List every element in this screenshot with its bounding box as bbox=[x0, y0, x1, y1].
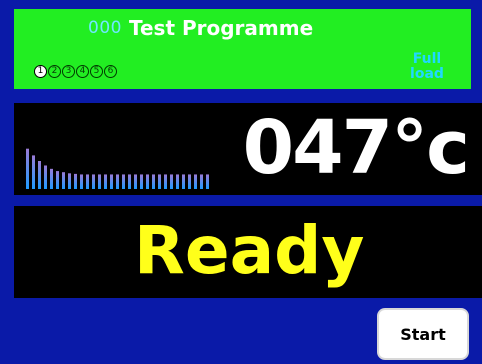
temperature-bar bbox=[104, 174, 107, 189]
temperature-bar bbox=[122, 174, 125, 189]
temperature-bar bbox=[158, 174, 161, 189]
stage-indicator-5: 5 bbox=[90, 65, 103, 78]
temperature-bar bbox=[200, 174, 203, 189]
programme-header: 000 Test Programme 123456 Full load bbox=[14, 9, 471, 89]
temperature-bar bbox=[80, 174, 83, 189]
temperature-bar bbox=[62, 172, 65, 189]
stage-indicator-3: 3 bbox=[62, 65, 75, 78]
temperature-bar bbox=[98, 174, 101, 189]
stage-indicator-4: 4 bbox=[76, 65, 89, 78]
start-button[interactable]: Start bbox=[377, 308, 469, 360]
temperature-bar bbox=[194, 174, 197, 189]
temperature-bar bbox=[110, 174, 113, 189]
temperature-bar bbox=[56, 171, 59, 189]
load-label: Full load bbox=[410, 51, 444, 82]
status-panel: Ready bbox=[14, 206, 482, 298]
stage-indicator-2: 2 bbox=[48, 65, 61, 78]
programme-name: Test Programme bbox=[129, 16, 314, 40]
temperature-bar bbox=[152, 174, 155, 189]
temperature-bar bbox=[86, 174, 89, 189]
temperature-bar-graph bbox=[26, 148, 209, 189]
temperature-bar bbox=[128, 174, 131, 189]
temperature-readout: 047°c bbox=[242, 105, 470, 191]
temperature-bar bbox=[176, 174, 179, 189]
temperature-bar bbox=[38, 161, 41, 189]
temperature-bar bbox=[170, 174, 173, 189]
oven-controller-screen: 000 Test Programme 123456 Full load 047°c… bbox=[0, 0, 482, 364]
temperature-bar bbox=[164, 174, 167, 189]
temperature-bar bbox=[206, 174, 209, 189]
temperature-bar bbox=[26, 148, 29, 189]
temperature-bar bbox=[182, 174, 185, 189]
stage-indicator-1: 1 bbox=[34, 65, 47, 78]
temperature-bar bbox=[74, 173, 77, 189]
temperature-bar bbox=[146, 174, 149, 189]
temperature-bar bbox=[50, 168, 53, 189]
temperature-panel: 047°c bbox=[14, 103, 482, 195]
temperature-bar bbox=[188, 174, 191, 189]
stage-indicator-6: 6 bbox=[104, 65, 117, 78]
programme-number: 000 bbox=[88, 18, 122, 38]
temperature-bar bbox=[134, 174, 137, 189]
stage-indicators: 123456 bbox=[34, 65, 117, 78]
temperature-bar bbox=[92, 174, 95, 189]
temperature-bar bbox=[116, 174, 119, 189]
temperature-bar bbox=[140, 174, 143, 189]
status-text: Ready bbox=[134, 212, 365, 289]
temperature-bar bbox=[32, 155, 35, 189]
temperature-bar bbox=[44, 165, 47, 189]
temperature-bar bbox=[68, 173, 71, 189]
start-button-label: Start bbox=[400, 324, 446, 344]
